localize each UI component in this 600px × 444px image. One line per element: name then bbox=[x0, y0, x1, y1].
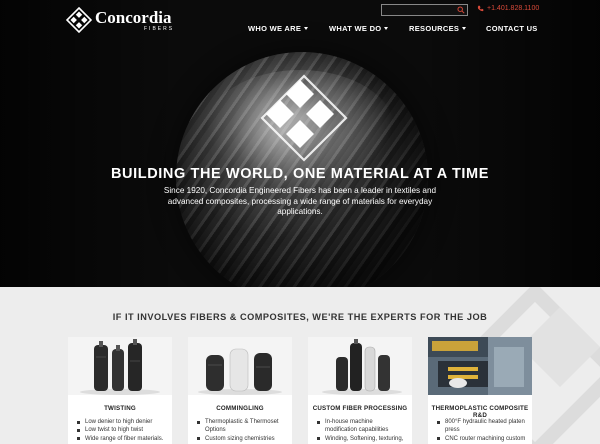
list-item: CNC router machining custom bbox=[436, 435, 532, 443]
nav-label: CONTACT US bbox=[486, 23, 538, 33]
list-item: Low twist to high twist bbox=[76, 426, 172, 434]
nav-label: WHAT WE DO bbox=[329, 23, 382, 33]
list-item: 800°F hydraulic heated platen bbox=[436, 418, 532, 426]
list-item: Wide range of fiber materials. bbox=[76, 435, 172, 443]
logo-name: Concordia bbox=[95, 8, 172, 27]
list-item: Low denier to high denier bbox=[76, 418, 172, 426]
list-item: Options bbox=[205, 427, 226, 434]
hero-logo-mark-icon bbox=[260, 74, 348, 162]
list-item: Winding, Softening, texturing, bbox=[316, 435, 412, 443]
hero-subtext: Since 1920, Concordia Engineered Fibers … bbox=[163, 186, 437, 216]
logo-mark-icon bbox=[66, 7, 92, 33]
logo-subtitle: FIBERS bbox=[144, 26, 175, 32]
card-title: CUSTOM FIBER PROCESSING bbox=[312, 405, 408, 412]
card-title: TWISTING bbox=[104, 405, 136, 412]
service-card-twisting[interactable]: TWISTING Low denier to high denier Low t… bbox=[68, 337, 172, 444]
phone-number: +1.401.828.1100 bbox=[487, 5, 540, 12]
phone-link[interactable]: +1.401.828.1100 bbox=[477, 5, 539, 12]
card-title: COMMINGLING bbox=[216, 405, 264, 412]
search-icon[interactable] bbox=[457, 6, 465, 14]
card-feature-list: Low denier to high denier Low twist to h… bbox=[76, 418, 172, 443]
list-item: modification capabilities bbox=[325, 427, 389, 434]
search-box bbox=[381, 4, 468, 16]
list-item: Custom sizing chemistries bbox=[196, 435, 292, 443]
list-item: In-house machine bbox=[316, 418, 412, 426]
nav-who-we-are[interactable]: WHO WE ARE bbox=[248, 23, 309, 33]
hero-headline: BUILDING THE WORLD, ONE MATERIAL AT A TI… bbox=[110, 166, 489, 182]
nav-resources[interactable]: RESOURCES bbox=[409, 23, 467, 33]
services-section: IF IT INVOLVES FIBERS & COMPOSITES, WE'R… bbox=[0, 287, 600, 444]
card-feature-list: 800°F hydraulic heated platen press CNC … bbox=[436, 418, 532, 443]
list-item: press bbox=[445, 427, 460, 434]
list-item: Thermoplastic & Thermoset bbox=[196, 418, 292, 426]
caret-down-icon bbox=[384, 26, 389, 30]
service-card-thermoplastic-composite-rd[interactable]: THERMOPLASTIC COMPOSITE R&D 800°F hydrau… bbox=[428, 337, 532, 444]
service-card-commingling[interactable]: COMMINGLING Thermoplastic & Thermoset Op… bbox=[188, 337, 292, 444]
nav-label: RESOURCES bbox=[409, 23, 460, 33]
hero-banner: Concordia FIBERS +1.401.828.1100 WHO WE … bbox=[0, 0, 600, 287]
section-title: IF IT INVOLVES FIBERS & COMPOSITES, WE'R… bbox=[112, 312, 488, 322]
card-feature-list: In-house machine modification capabiliti… bbox=[316, 418, 412, 443]
caret-down-icon bbox=[462, 26, 467, 30]
caret-down-icon bbox=[304, 26, 309, 30]
card-title: THERMOPLASTIC COMPOSITE R&D bbox=[431, 405, 529, 419]
nav-what-we-do[interactable]: WHAT WE DO bbox=[329, 23, 389, 33]
thermoplastic-rd-image bbox=[428, 337, 532, 395]
nav-contact-us[interactable]: CONTACT US bbox=[486, 23, 538, 33]
commingling-image bbox=[188, 337, 292, 395]
card-feature-list: Thermoplastic & Thermoset Options Custom… bbox=[196, 418, 292, 443]
search-input[interactable] bbox=[382, 5, 456, 15]
twisting-image bbox=[68, 337, 172, 395]
nav-label: WHO WE ARE bbox=[248, 23, 302, 33]
custom-fiber-processing-image bbox=[308, 337, 412, 395]
logo[interactable]: Concordia FIBERS bbox=[66, 7, 176, 33]
phone-icon bbox=[477, 5, 484, 12]
service-card-custom-fiber-processing[interactable]: CUSTOM FIBER PROCESSING In-house machine… bbox=[308, 337, 412, 444]
